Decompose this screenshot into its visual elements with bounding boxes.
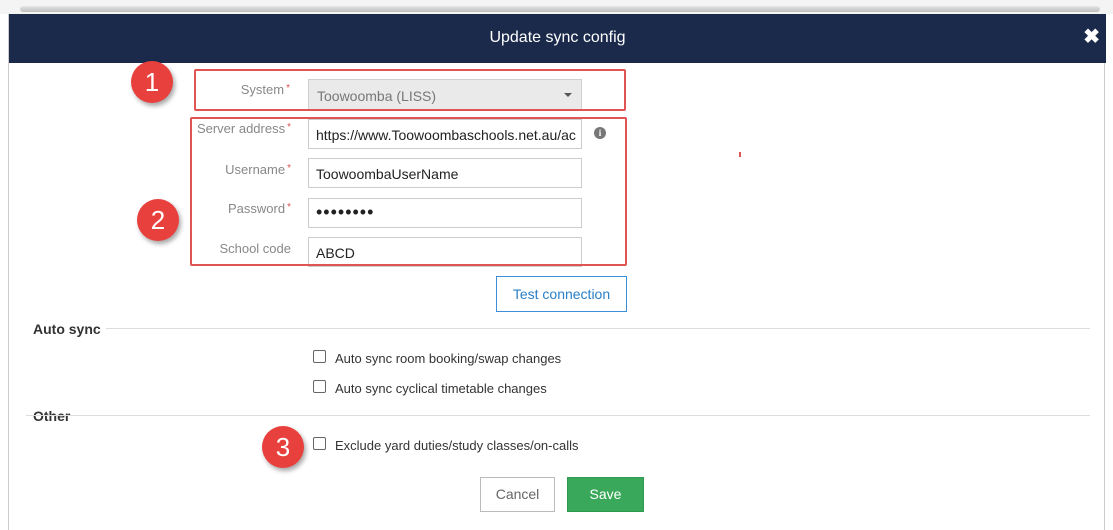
exclude-yard-duties-checkbox[interactable]	[313, 437, 326, 450]
annotation-badge-3: 3	[262, 426, 304, 468]
cancel-button[interactable]: Cancel	[480, 477, 555, 512]
highlight-box-credentials	[190, 117, 627, 266]
auto-sync-cyclical-checkbox[interactable]	[313, 380, 326, 393]
highlight-box-system	[194, 69, 626, 111]
auto-sync-divider	[106, 328, 1090, 329]
auto-sync-room-booking-checkbox[interactable]	[313, 350, 326, 363]
annotation-badge-2: 2	[137, 199, 179, 241]
dialog-header: Update sync config ✖	[9, 14, 1106, 63]
close-icon[interactable]: ✖	[1083, 27, 1100, 47]
exclude-yard-duties-label: Exclude yard duties/study classes/on-cal…	[335, 438, 579, 453]
annotation-badge-1: 1	[131, 61, 173, 103]
auto-sync-cyclical-label: Auto sync cyclical timetable changes	[335, 381, 547, 396]
dialog-title: Update sync config	[489, 29, 626, 46]
auto-sync-title: Auto sync	[33, 321, 101, 337]
test-connection-button[interactable]: Test connection	[496, 276, 627, 312]
auto-sync-room-booking-label: Auto sync room booking/swap changes	[335, 351, 562, 366]
window-shadow	[20, 6, 1100, 12]
other-title: Other	[33, 408, 71, 424]
save-button[interactable]: Save	[567, 477, 644, 512]
other-divider	[26, 415, 1090, 416]
stray-mark	[739, 152, 741, 157]
